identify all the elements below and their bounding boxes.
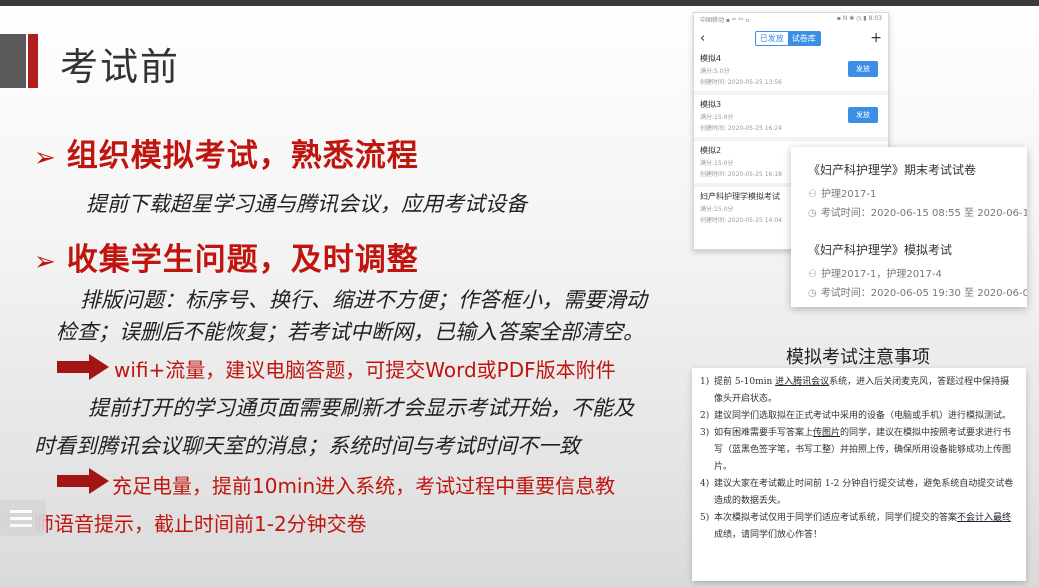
exam-list-card: 《妇产科护理学》期末考试试卷 ⚇ 护理2017-1 ◷ 考试时间：2020-06-1… [791,147,1027,307]
solution-text-2-cont: 师语音提示，截止时间前1-2分钟交卷 [34,512,367,536]
problem-line-1: 排版问题：标序号、换行、缩进不方便；作答框小，需要滑动 [80,288,647,312]
section1-heading-text: 组织模拟考试，熟悉流程 [66,138,419,174]
right-arrow-icon [57,354,109,380]
slide-title: 考试前 [60,45,181,89]
menu-handle-icon[interactable] [0,500,46,536]
notice-box: 1) 提前 5-10min 进入腾讯会议系统，进入后关闭麦克风，答题过程中保持摄… [692,368,1026,581]
bullet-arrow-icon: ➢ [34,143,57,173]
notice-title: 模拟考试注意事项 [786,347,930,368]
publish-button[interactable]: 发放 [848,107,878,123]
title-accent-red [28,34,38,88]
add-icon[interactable]: + [870,30,882,46]
clock-icon: ◷ [808,208,817,219]
title-accent-gray [0,34,26,88]
section2-heading: ➢ 收集学生问题，及时调整 [34,234,419,279]
notice-item: 4) 建议大家在考试截止时间前 1-2 分钟自行提交试卷，避免系统自动提交试卷造… [700,479,1014,506]
back-icon[interactable]: ‹ [700,31,705,46]
phone-status-bar: 中国移动 ▪ ᵃˡˡ ⁴ᴳ ▫ ▪ N ✱ ◷ ▮ 8:03 [700,15,882,24]
problem-line-4: 时看到腾讯会议聊天室的消息；系统时间与考试时间不一致 [34,434,580,458]
person-icon: ⚇ [808,189,817,200]
list-item[interactable]: 模拟4 满分:5.0分 创建时间: 2020-05-25 13:56 发放 [694,49,888,95]
exam2-title[interactable]: 《妇产科护理学》模拟考试 [808,241,952,258]
publish-button[interactable]: 发放 [848,61,878,77]
person-icon: ⚇ [808,269,817,280]
top-bar [0,0,1039,6]
phone-nav: ‹ 已发放 试卷库 + [694,27,888,49]
exam2-time: ◷考试时间：2020-06-05 19:30 至 2020-06-05 20: [808,288,1027,299]
exam2-class: ⚇ 护理2017-1，护理2017-4 [808,269,942,280]
problem-line-2: 检查；误删后不能恢复；若考试中断网，已输入答案全部清空。 [56,320,644,344]
tab-bank[interactable]: 试卷库 [787,31,820,45]
exam1-class: ⚇ 护理2017-1 [808,189,877,200]
section1-body: 提前下载超星学习通与腾讯会议，应用考试设备 [86,192,527,216]
tab-sent[interactable]: 已发放 [756,32,788,45]
list-item[interactable]: 模拟3 满分:15.0分 创建时间: 2020-05-25 16:24 发放 [694,95,888,141]
notice-item: 3) 如有困难需要手写答案上传图片的同学，建议在模拟中按照考试要求进行书写（蓝黑… [700,428,1012,472]
solution-text-1: wifi+流量，建议电脑答题，可提交Word或PDF版本附件 [114,358,616,382]
exam1-title[interactable]: 《妇产科护理学》期末考试试卷 [808,161,976,178]
problem-line-3: 提前打开的学习通页面需要刷新才会显示考试开始，不能及 [88,396,634,420]
section1-heading: ➢ 组织模拟考试，熟悉流程 [34,130,419,175]
phone-tabs: 已发放 试卷库 [754,30,821,46]
section2-heading-text: 收集学生问题，及时调整 [66,242,419,278]
right-arrow-icon [57,468,109,494]
notice-item: 1) 提前 5-10min 进入腾讯会议系统，进入后关闭麦克风，答题过程中保持摄… [700,377,1010,404]
clock-icon: ◷ [808,288,817,299]
exam1-time: ◷考试时间：2020-06-15 08:55 至 2020-06-15 10: [808,208,1027,219]
bullet-arrow-icon: ➢ [34,247,57,277]
notice-item: 5) 本次模拟考试仅用于同学们适应考试系统，同学们提交的答案不会计入最终成绩，请… [700,513,1012,540]
notice-item: 2) 建议同学们选取拟在正式考试中采用的设备（电脑或手机）进行模拟测试。 [700,411,1012,421]
solution-text-2: 充足电量，提前10min进入系统，考试过程中重要信息教 [112,474,616,498]
